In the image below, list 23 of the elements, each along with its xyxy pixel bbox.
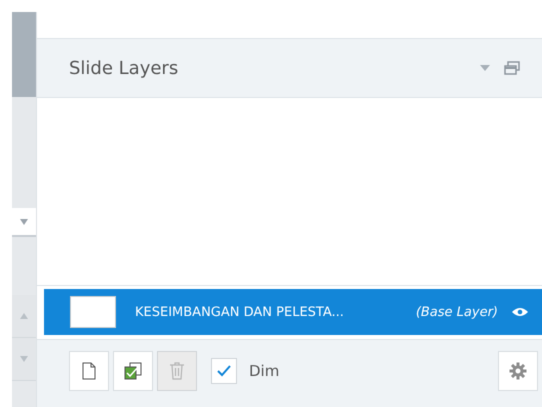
dim-label: Dim	[249, 362, 280, 380]
layer-thumbnail	[70, 296, 116, 328]
up-arrow-icon	[20, 313, 28, 319]
eye-icon[interactable]	[512, 307, 528, 317]
new-layer-button[interactable]	[69, 350, 109, 390]
scrollbar-thumb[interactable]	[12, 12, 36, 97]
layer-row[interactable]: KESEIMBANGAN DAN PELESTA... (Base Layer)	[44, 289, 542, 335]
down-arrow-icon	[20, 356, 28, 362]
layer-name: KESEIMBANGAN DAN PELESTA...	[135, 304, 345, 320]
page-icon	[82, 362, 96, 380]
restore-window-icon[interactable]	[504, 61, 520, 75]
dropdown-button[interactable]	[12, 208, 36, 237]
trash-icon	[169, 362, 185, 380]
layer-tag: (Base Layer)	[416, 304, 498, 320]
checkmark-icon	[216, 364, 232, 378]
duplicate-icon	[124, 362, 142, 380]
panel-title: Slide Layers	[69, 58, 180, 78]
settings-icon	[509, 362, 527, 380]
dim-checkbox[interactable]	[211, 358, 237, 384]
settings-button[interactable]	[498, 350, 538, 390]
caret-icon	[20, 218, 28, 224]
dropdown-caret-icon[interactable]	[480, 65, 490, 71]
duplicate-layer-button[interactable]	[113, 350, 153, 390]
